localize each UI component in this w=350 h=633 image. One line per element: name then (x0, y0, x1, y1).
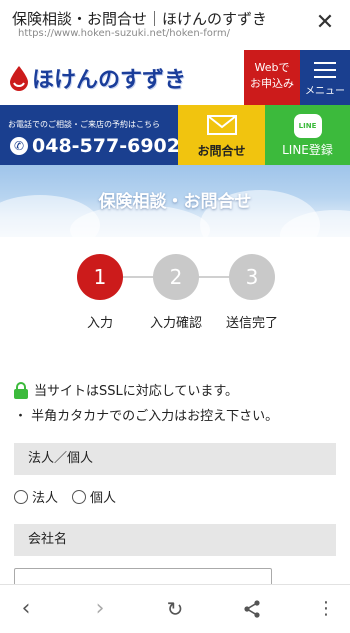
more-options-icon[interactable]: ⋮ (312, 595, 340, 623)
radio-corporate-label: 法人 (32, 491, 59, 506)
phone-caption: お電話でのご相談・ご来店の予約はこちら (8, 120, 160, 129)
radio-corporate-circle[interactable] (14, 489, 28, 504)
phone-contact[interactable]: お電話でのご相談・ご来店の予約はこちら ✆ 048-577-6902 (0, 105, 180, 165)
ssl-note: 当サイトはSSLに対応しています。 (34, 384, 239, 399)
form-steps: 1 2 3 入力 入力確認 送信完了 (0, 250, 350, 340)
back-icon[interactable]: ‹ (12, 595, 40, 623)
web-apply-line2: お申込み (250, 77, 294, 90)
step-3-circle: 3 (229, 254, 275, 300)
inquiry-label: お問合せ (197, 144, 246, 158)
reload-icon[interactable]: ↻ (161, 595, 189, 623)
step-1-label: 入力 (86, 316, 113, 331)
kana-note: ・ 半角カタカナでのご入力はお控え下さい。 (14, 409, 279, 424)
step-2-circle: 2 (153, 254, 199, 300)
close-icon[interactable]: ✕ (314, 12, 336, 34)
logo-text: ほけんのすずき (32, 68, 187, 93)
step-2-label: 入力確認 (149, 316, 202, 331)
browser-top-bar: 保険相談・お問合せ｜ほけんのすずき https://www.hoken-suzu… (0, 0, 350, 46)
radio-individual-label: 個人 (90, 491, 117, 506)
web-apply-line1: Webで (254, 61, 290, 74)
form-notes: 当サイトはSSLに対応しています。 ・ 半角カタカナでのご入力はお控え下さい。 (14, 380, 344, 424)
page-banner: 保険相談・お問合せ (0, 165, 350, 237)
line-register-button[interactable]: LINE LINE登録 (265, 105, 350, 165)
menu-label: メニュー (305, 86, 345, 97)
contact-row: お電話でのご相談・ご来店の予約はこちら ✆ 048-577-6902 お問合せ … (0, 105, 350, 165)
site-logo[interactable]: ほけんのすずき (8, 62, 186, 94)
hamburger-icon (314, 62, 336, 78)
forward-icon[interactable]: › (86, 595, 114, 623)
radio-individual[interactable]: 個人 (72, 487, 116, 506)
lock-icon (14, 381, 28, 399)
company-section-header: 会社名 (14, 524, 336, 556)
inquiry-button[interactable]: お問合せ (178, 105, 265, 165)
step-3-label: 送信完了 (225, 316, 278, 331)
browser-bottom-nav: ‹ › ↻ ⋮ (0, 584, 350, 633)
page-url[interactable]: https://www.hoken-suzuki.net/hoken-form/ (18, 28, 230, 39)
web-apply-button[interactable]: Webで お申込み (244, 50, 300, 105)
type-radio-group: 法人 個人 (14, 487, 130, 506)
step-1-circle: 1 (77, 254, 123, 300)
radio-corporate[interactable]: 法人 (14, 487, 58, 506)
menu-button[interactable]: メニュー (300, 50, 350, 105)
line-label: LINE登録 (282, 143, 333, 157)
water-drop-icon (10, 66, 28, 91)
phone-icon: ✆ (10, 137, 28, 155)
banner-title: 保険相談・お問合せ (98, 192, 252, 212)
share-icon[interactable] (238, 595, 266, 623)
page-title: 保険相談・お問合せ｜ほけんのすずき (12, 10, 268, 28)
type-section-header: 法人／個人 (14, 443, 336, 475)
phone-number: 048-577-6902 (32, 135, 180, 157)
mail-icon (206, 115, 237, 135)
line-icon: LINE (293, 114, 322, 138)
radio-individual-circle[interactable] (72, 489, 87, 504)
